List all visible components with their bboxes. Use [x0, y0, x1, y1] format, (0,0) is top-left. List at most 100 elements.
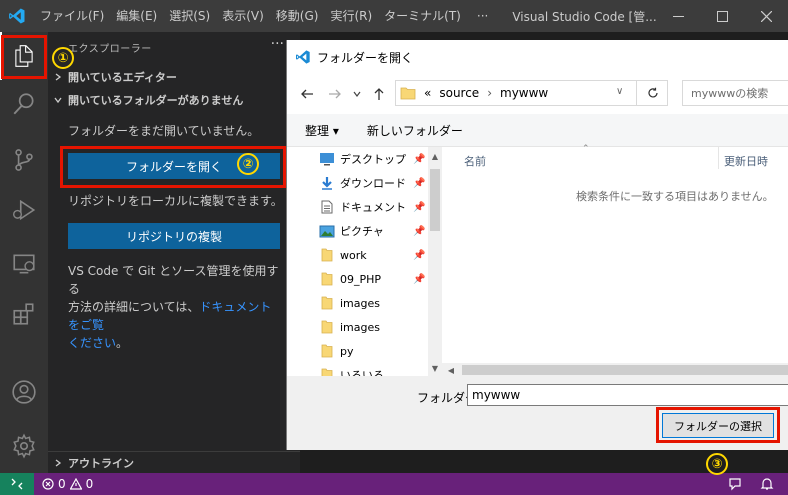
clone-repository-button[interactable]: リポジトリの複製 — [68, 223, 280, 249]
menu-more-button[interactable]: ··· — [467, 9, 498, 23]
tree-scrollbar[interactable]: ▲ ▼ — [428, 147, 442, 377]
explorer-more-button[interactable]: ··· — [271, 36, 284, 52]
close-window-button[interactable] — [744, 0, 788, 32]
no-folder-section[interactable]: 開いているフォルダーがありません — [48, 89, 300, 111]
recent-locations-button[interactable] — [347, 84, 367, 104]
remote-indicator-button[interactable] — [0, 473, 34, 495]
scroll-down-icon[interactable]: ▼ — [428, 361, 442, 375]
tree-item[interactable]: デスクトップ — [319, 147, 406, 171]
menu-run[interactable]: 実行(R) — [324, 0, 378, 32]
address-bar[interactable]: « source › mywww ∨ — [395, 80, 668, 106]
picture-icon — [319, 223, 335, 239]
file-list-hscrollbar[interactable]: ◀ — [442, 363, 788, 377]
remote-explorer-button[interactable] — [0, 240, 48, 288]
pin-icon: 📌 — [413, 225, 426, 237]
empty-message: 検索条件に一致する項目はありません。 — [576, 190, 774, 203]
up-button[interactable] — [369, 84, 389, 104]
menu-go[interactable]: 移動(G) — [270, 0, 325, 32]
menu-file[interactable]: ファイル(F) — [34, 0, 110, 32]
navigation-tree: デスクトップ ダウンロード ドキュメント ピクチャ work 09_PHP im… — [287, 147, 442, 377]
menu-view[interactable]: 表示(V) — [216, 0, 270, 32]
column-header-name[interactable]: 名前 — [464, 153, 486, 169]
chevron-right-icon: › — [487, 86, 493, 100]
folder-icon — [319, 343, 335, 359]
pin-icon: 📌 — [413, 249, 426, 261]
maximize-icon — [716, 10, 728, 22]
refresh-button[interactable] — [636, 81, 668, 105]
tree-item[interactable]: ピクチャ — [319, 219, 384, 243]
open-editors-section[interactable]: 開いているエディター — [48, 66, 300, 88]
organize-button[interactable]: 整理 ▾ — [305, 122, 339, 139]
activity-bar — [0, 32, 48, 473]
bell-icon — [760, 478, 774, 490]
forward-button[interactable] — [325, 84, 345, 104]
address-segment-source[interactable]: source — [439, 86, 479, 100]
search-input[interactable]: mywwwの検索 — [682, 80, 788, 106]
desktop-icon — [319, 151, 335, 167]
accounts-button[interactable] — [0, 368, 48, 416]
column-separator[interactable] — [718, 147, 719, 169]
dialog-body: デスクトップ ダウンロード ドキュメント ピクチャ work 09_PHP im… — [287, 144, 788, 377]
scroll-up-icon[interactable]: ▲ — [428, 149, 442, 163]
menu-edit[interactable]: 編集(E) — [110, 0, 163, 32]
scroll-left-icon[interactable]: ◀ — [444, 363, 458, 377]
git-help-line-2: 方法の詳細については、 — [68, 300, 200, 314]
explorer-button[interactable] — [0, 32, 48, 80]
maximize-button[interactable] — [700, 0, 744, 32]
scrollbar-thumb[interactable] — [430, 169, 440, 231]
tree-item[interactable]: 09_PHP — [319, 267, 381, 291]
select-folder-button[interactable]: フォルダーの選択 — [662, 413, 774, 438]
tree-item[interactable]: いろいろ — [319, 363, 384, 377]
tree-item[interactable]: py — [319, 339, 354, 363]
folder-name-input[interactable]: mywww — [467, 384, 788, 406]
tree-item[interactable]: work — [319, 243, 367, 267]
manage-button[interactable] — [0, 422, 48, 470]
address-prefix[interactable]: « — [424, 86, 431, 100]
folder-icon — [319, 271, 335, 287]
address-segment-mywww[interactable]: mywww — [500, 86, 548, 100]
annotation-number-1: ① — [52, 47, 74, 69]
folder-icon — [319, 295, 335, 311]
menu-terminal[interactable]: ターミナル(T) — [378, 0, 467, 32]
run-debug-button[interactable] — [0, 186, 48, 234]
tree-item-label: ダウンロード — [340, 177, 406, 190]
gear-icon — [13, 433, 35, 459]
dialog-title: フォルダーを開く — [317, 50, 414, 65]
documentation-link-cont[interactable]: ください — [68, 336, 116, 350]
extensions-icon — [13, 303, 34, 325]
feedback-icon — [729, 478, 741, 491]
chevron-down-icon — [48, 96, 68, 104]
new-folder-button[interactable]: 新しいフォルダー — [367, 122, 463, 139]
dialog-navigation-bar: « source › mywww ∨ mywwwの検索 — [287, 74, 788, 114]
remote-explorer-icon — [13, 254, 35, 274]
tree-item[interactable]: images — [319, 291, 380, 315]
search-button[interactable] — [0, 80, 48, 128]
notifications-button[interactable] — [760, 477, 774, 494]
open-editors-label: 開いているエディター — [68, 71, 177, 84]
minimize-button[interactable] — [656, 0, 700, 32]
tree-item[interactable]: ドキュメント — [319, 195, 406, 219]
pin-icon: 📌 — [413, 153, 426, 165]
extensions-button[interactable] — [0, 290, 48, 338]
arrow-right-icon — [329, 89, 341, 99]
vscode-logo-icon — [0, 0, 34, 32]
address-dropdown-icon[interactable]: ∨ — [616, 86, 623, 97]
scrollbar-thumb[interactable] — [462, 365, 788, 375]
menu-selection[interactable]: 選択(S) — [163, 0, 216, 32]
tree-item-label: work — [340, 248, 367, 262]
tree-item-label: デスクトップ — [340, 153, 406, 166]
account-icon — [12, 380, 36, 404]
tree-item[interactable]: ダウンロード — [319, 171, 406, 195]
tree-item[interactable]: images — [319, 315, 380, 339]
outline-section[interactable]: アウトライン — [48, 451, 300, 473]
problems-indicator[interactable]: 0 0 — [42, 477, 93, 491]
source-control-button[interactable] — [0, 136, 48, 184]
column-header-date[interactable]: 更新日時 — [724, 153, 768, 169]
open-folder-dialog: フォルダーを開く « source › mywww ∨ mywwwの検索 整理 … — [286, 40, 788, 450]
minimize-icon — [672, 15, 684, 17]
back-button[interactable] — [297, 84, 317, 104]
annotation-number-3: ③ — [706, 453, 728, 475]
feedback-button[interactable] — [728, 477, 742, 494]
close-icon — [760, 10, 772, 22]
no-folder-text: フォルダーをまだ開いていません。 — [68, 124, 260, 138]
